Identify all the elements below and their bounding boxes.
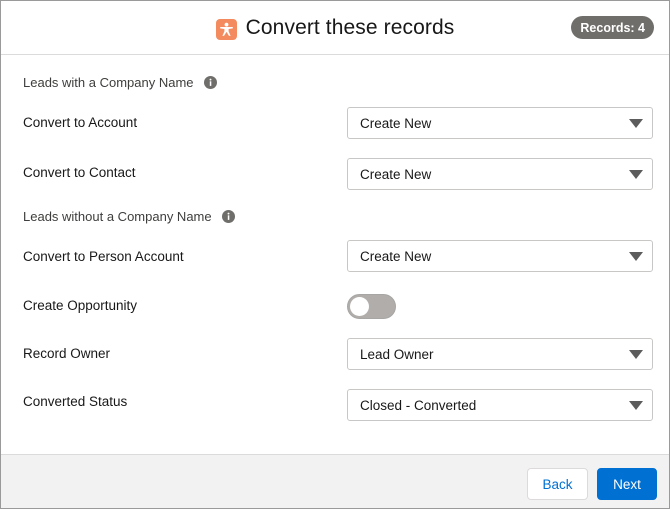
- modal-title: Convert these records: [245, 16, 455, 39]
- record-owner-select[interactable]: Lead Owner: [347, 338, 653, 370]
- chevron-down-icon: [629, 252, 643, 261]
- converted-status-label: Converted Status: [23, 394, 128, 409]
- section-heading-with-company-label: Leads with a Company Name: [23, 75, 194, 90]
- section-heading-without-company: Leads without a Company Name: [23, 209, 235, 224]
- chevron-down-icon: [629, 170, 643, 179]
- chevron-down-icon: [629, 350, 643, 359]
- convert-account-label: Convert to Account: [23, 115, 138, 130]
- convert-person-account-select[interactable]: Create New: [347, 240, 653, 272]
- lead-icon: [215, 18, 237, 40]
- convert-contact-select[interactable]: Create New: [347, 158, 653, 190]
- title-wrap: Convert these records: [1, 1, 669, 55]
- convert-contact-label: Convert to Contact: [23, 165, 136, 180]
- record-owner-label: Record Owner: [23, 346, 111, 361]
- convert-account-select[interactable]: Create New: [347, 107, 653, 139]
- convert-contact-value: Create New: [360, 166, 432, 182]
- chevron-down-icon: [629, 401, 643, 410]
- convert-records-modal: Convert these records Records: 4 Leads w…: [0, 0, 670, 509]
- section-heading-with-company: Leads with a Company Name: [23, 75, 217, 90]
- convert-person-account-label: Convert to Person Account: [23, 249, 184, 264]
- records-count-badge: Records: 4: [571, 16, 654, 39]
- back-button[interactable]: Back: [527, 468, 588, 500]
- create-opportunity-toggle[interactable]: [347, 294, 396, 319]
- next-button[interactable]: Next: [597, 468, 657, 500]
- section-heading-without-company-label: Leads without a Company Name: [23, 209, 212, 224]
- converted-status-value: Closed - Converted: [360, 397, 477, 413]
- chevron-down-icon: [629, 119, 643, 128]
- modal-footer: Back Next: [1, 454, 669, 508]
- info-icon[interactable]: [221, 210, 235, 223]
- convert-account-value: Create New: [360, 115, 432, 131]
- record-owner-value: Lead Owner: [360, 346, 434, 362]
- toggle-knob: [350, 297, 369, 316]
- info-icon[interactable]: [203, 76, 217, 89]
- create-opportunity-label: Create Opportunity: [23, 298, 138, 313]
- modal-header: Convert these records Records: 4: [1, 1, 669, 55]
- converted-status-select[interactable]: Closed - Converted: [347, 389, 653, 421]
- convert-person-account-value: Create New: [360, 248, 432, 264]
